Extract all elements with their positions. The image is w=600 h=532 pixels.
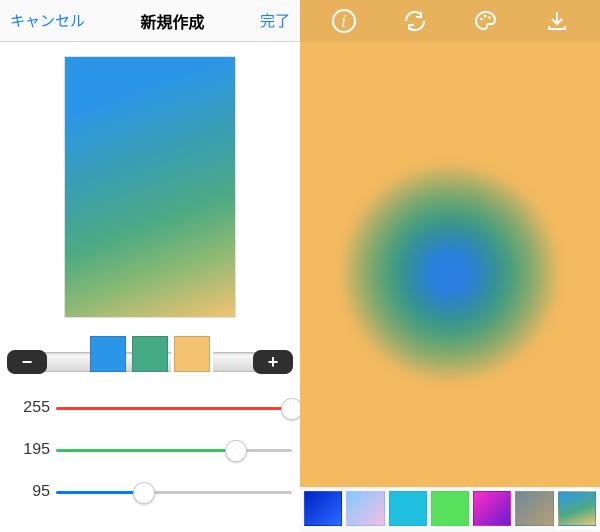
preset-swatch[interactable]	[346, 491, 384, 526]
swatches	[90, 336, 210, 372]
preset-swatch[interactable]	[558, 491, 596, 526]
refresh-icon[interactable]	[402, 8, 428, 34]
color-swatch[interactable]	[90, 336, 126, 372]
navbar: キャンセル 新規作成 完了	[0, 0, 300, 42]
gradient-preview	[64, 56, 236, 318]
radial-gradient	[340, 163, 560, 383]
done-button[interactable]: 完了	[260, 10, 290, 31]
blue-slider[interactable]	[56, 480, 292, 504]
preview-area	[0, 42, 300, 328]
preset-swatch[interactable]	[515, 491, 553, 526]
green-slider-row: 195	[8, 438, 292, 462]
red-value: 255	[8, 399, 50, 417]
swatch-bar: − +	[0, 328, 300, 386]
remove-stop-button[interactable]: −	[7, 350, 47, 374]
green-slider[interactable]	[56, 438, 292, 462]
green-value: 195	[8, 441, 50, 459]
preset-swatch[interactable]	[304, 491, 342, 526]
red-slider-row: 255	[8, 396, 292, 420]
cancel-button[interactable]: キャンセル	[10, 10, 85, 31]
result-panel: i	[300, 0, 600, 532]
blue-value: 95	[8, 483, 50, 501]
editor-panel: キャンセル 新規作成 完了 − + 255 195 95	[0, 0, 300, 532]
preset-swatch[interactable]	[473, 491, 511, 526]
toolbar: i	[300, 0, 600, 42]
preset-strip	[300, 487, 600, 532]
color-swatch[interactable]	[174, 336, 210, 372]
info-icon[interactable]: i	[331, 8, 357, 34]
palette-icon[interactable]	[473, 8, 499, 34]
add-stop-button[interactable]: +	[253, 350, 293, 374]
slider-thumb[interactable]	[133, 482, 155, 504]
wallpaper-canvas[interactable]	[300, 42, 600, 487]
slider-thumb[interactable]	[225, 440, 247, 462]
red-slider[interactable]	[56, 396, 292, 420]
preset-swatch[interactable]	[389, 491, 427, 526]
preset-swatch[interactable]	[431, 491, 469, 526]
download-icon[interactable]	[544, 8, 570, 34]
page-title: 新規作成	[140, 9, 204, 33]
color-swatch[interactable]	[132, 336, 168, 372]
rgb-sliders: 255 195 95	[0, 386, 300, 504]
blue-slider-row: 95	[8, 480, 292, 504]
